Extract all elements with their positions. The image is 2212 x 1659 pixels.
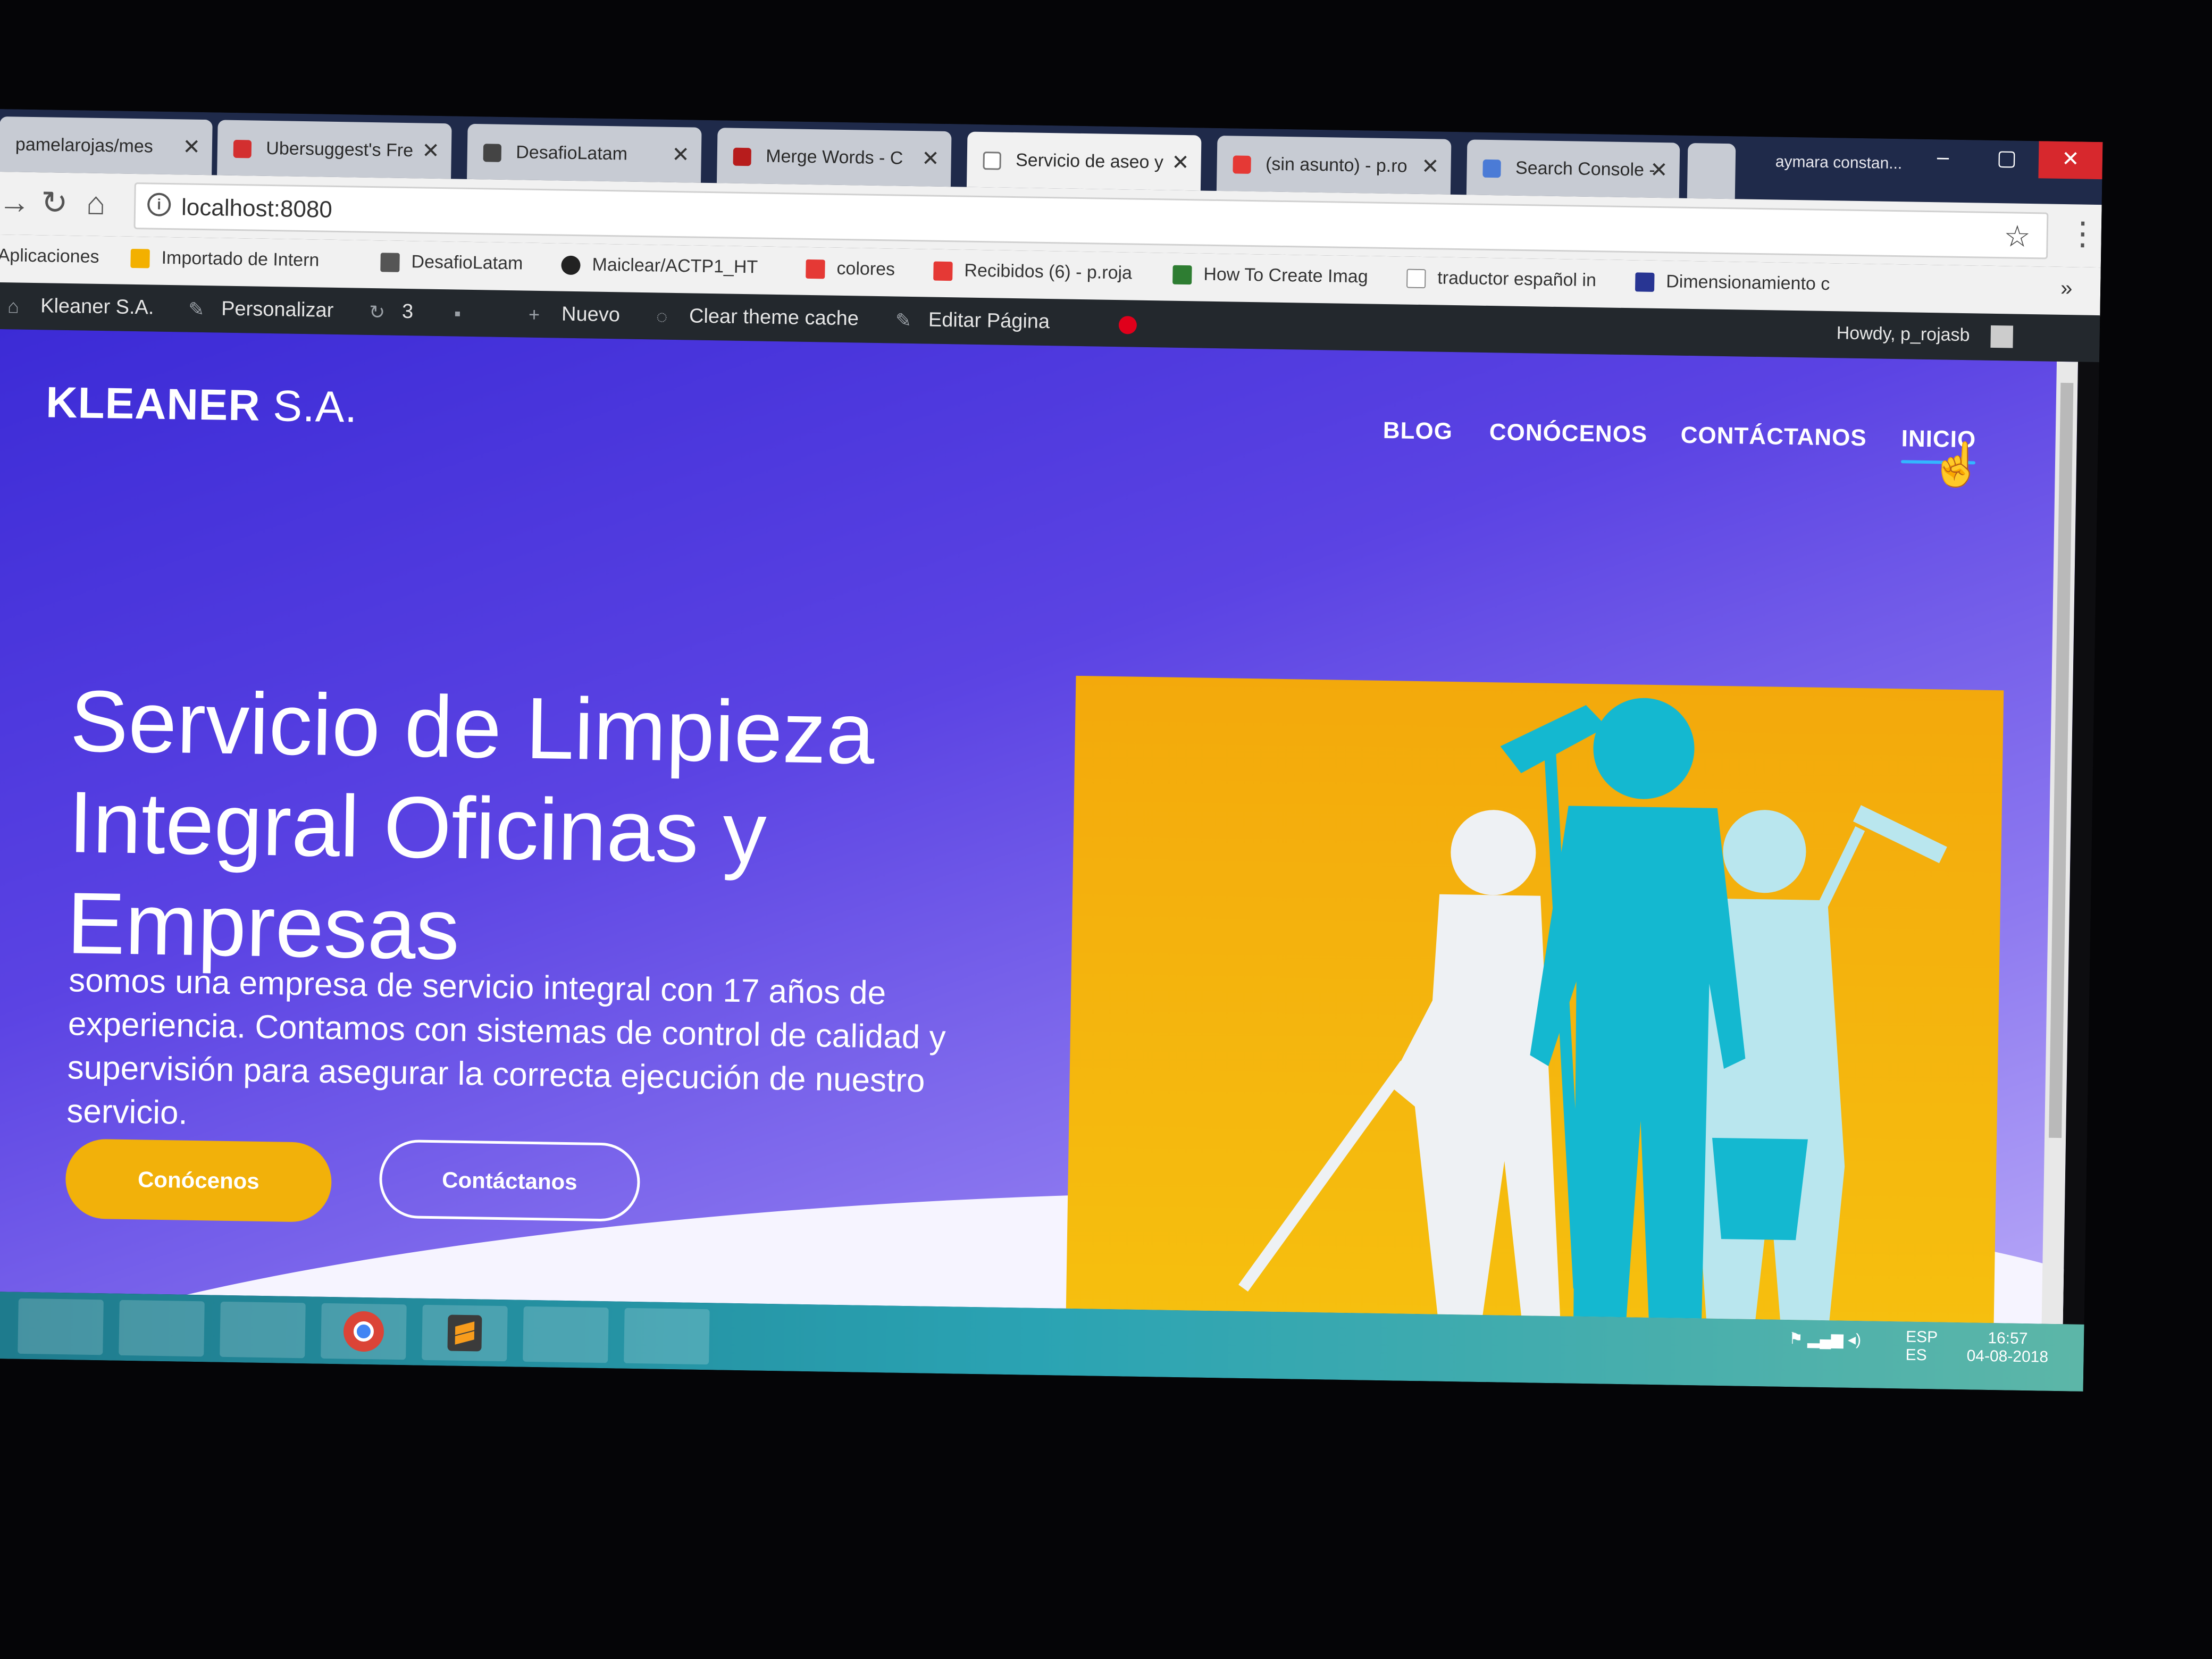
site-logo[interactable]: KLEANER S.A. <box>46 378 358 432</box>
tab-close-icon[interactable]: ✕ <box>921 131 940 187</box>
tab-close-icon[interactable]: ✕ <box>1649 143 1668 198</box>
gmail-icon <box>933 261 953 281</box>
admin-customize-link[interactable]: ✎ Personalizar <box>188 297 334 322</box>
tab-close-icon[interactable]: ✕ <box>671 127 690 183</box>
pictures-icon[interactable] <box>18 1298 104 1355</box>
new-tab-button[interactable] <box>1687 143 1736 199</box>
desafiolatam-icon <box>483 144 502 162</box>
elephant-app-icon[interactable] <box>624 1308 710 1365</box>
bookmark-item[interactable]: How To Create Imag <box>1172 264 1368 288</box>
page-scrollbar[interactable] <box>2041 361 2079 1325</box>
bookmark-item[interactable]: colores <box>806 258 895 280</box>
tab-label: Merge Words - C <box>765 146 903 169</box>
sublime-text-icon[interactable] <box>422 1304 508 1362</box>
monitor-screen: pamelarojas/mes ✕ Ubersuggest's Fre ✕ De… <box>0 109 2103 1392</box>
tab-close-icon[interactable]: ✕ <box>182 119 201 175</box>
bookmark-apps[interactable]: Aplicaciones <box>0 245 99 267</box>
bookmark-item[interactable]: Dimensionamiento c <box>1635 271 1830 295</box>
nav-blog[interactable]: BLOG <box>1382 417 1453 445</box>
bookmark-item[interactable]: Recibidos (6) - p.roja <box>933 260 1132 284</box>
tab-close-icon[interactable]: ✕ <box>1171 135 1189 191</box>
bookmark-item[interactable]: traductor español in <box>1406 267 1596 291</box>
tab-close-icon[interactable]: ✕ <box>1421 139 1439 195</box>
avatar[interactable] <box>1990 325 2014 348</box>
nav-conocenos[interactable]: CONÓCENOS <box>1489 419 1647 448</box>
hand-cursor-icon: ☝ <box>1930 440 1984 489</box>
cache-icon: ◌ <box>656 305 668 328</box>
window-user-name: aymara constan... <box>1775 153 1903 173</box>
tray-language[interactable]: ESP ES <box>1905 1328 1938 1365</box>
hero-lead: somos una empresa de servicio integral c… <box>66 962 946 1132</box>
git-app-icon[interactable] <box>523 1306 609 1363</box>
page-icon <box>983 152 1001 170</box>
tray-clock[interactable]: 16:57 04-08-2018 <box>1966 1329 2049 1366</box>
hero-illustration <box>1065 675 2004 1325</box>
tab-label: Servicio de aseo y <box>1015 150 1164 173</box>
admin-howdy[interactable]: Howdy, p_rojasb <box>1836 323 1970 346</box>
close-window-icon[interactable]: ✕ <box>2038 141 2103 180</box>
brush-icon: ✎ <box>188 298 205 321</box>
tab-label: DesafioLatam <box>515 142 628 164</box>
file-explorer-icon[interactable] <box>119 1300 205 1357</box>
tray-network-icon[interactable]: ⚑ ▂▄▆ ◂) <box>1789 1329 1862 1349</box>
admin-clear-cache-link[interactable]: ◌ Clear theme cache <box>656 304 859 330</box>
contactanos-button[interactable]: Contáctanos <box>379 1139 641 1222</box>
edit-icon: ✎ <box>895 309 912 331</box>
tab-label: Ubersuggest's Fre <box>266 138 414 161</box>
ubersuggest-icon <box>233 139 252 158</box>
github-icon <box>561 255 581 275</box>
browser-tab[interactable]: Merge Words - C ✕ <box>716 128 952 187</box>
comments-icon[interactable]: ▪ <box>454 301 488 324</box>
browser-tab[interactable]: pamelarojas/mes ✕ <box>0 116 213 175</box>
nav-contactanos[interactable]: CONTÁCTANOS <box>1680 422 1867 451</box>
window-controls: – ▢ ✕ <box>1911 139 2103 180</box>
gmail-icon <box>1233 155 1251 174</box>
bookmark-folder[interactable]: Importado de Intern <box>130 247 320 271</box>
google-icon <box>1406 269 1426 289</box>
admin-updates-link[interactable]: ↻ 3 <box>369 300 414 323</box>
cleaning-staff-silhouettes <box>1238 698 1947 1325</box>
menu-dots-icon[interactable]: ⋮ <box>2066 215 2099 253</box>
browser-tab[interactable]: DesafioLatam ✕ <box>467 123 702 183</box>
hero-headline: Servicio de Limpieza Integral Oficinas y… <box>66 672 876 978</box>
adobe-icon <box>806 259 825 279</box>
conocenos-button[interactable]: Conócenos <box>65 1138 332 1223</box>
home-icon[interactable]: ⌂ <box>86 185 106 222</box>
maximize-icon[interactable]: ▢ <box>1974 140 2039 178</box>
browser-tab[interactable]: Ubersuggest's Fre ✕ <box>217 120 452 179</box>
home-icon: ⌂ <box>7 295 20 317</box>
minimize-icon[interactable]: – <box>1911 139 1975 177</box>
admin-site-link[interactable]: ⌂ Kleaner S.A. <box>7 294 154 319</box>
url-text[interactable]: localhost:8080 <box>181 194 333 223</box>
reload-icon[interactable]: ↻ <box>41 184 68 222</box>
office-app-icon[interactable] <box>220 1301 306 1359</box>
tab-label: (sin asunto) - p.ro <box>1265 154 1407 177</box>
desafiolatam-icon <box>380 253 400 272</box>
folder-icon <box>130 248 150 269</box>
tab-close-icon[interactable]: ✕ <box>422 123 440 179</box>
hero-section: KLEANER S.A. BLOG CONÓCENOS CONTÁCTANOS … <box>0 329 2079 1325</box>
bookmark-star-icon[interactable]: ☆ <box>2004 219 2031 254</box>
back-arrow-icon[interactable]: → <box>0 183 31 221</box>
browser-tab[interactable]: Search Console - ✕ <box>1466 139 1680 198</box>
chrome-icon[interactable] <box>321 1303 407 1360</box>
scrollbar-thumb[interactable] <box>2049 382 2074 1138</box>
image-icon <box>1172 265 1192 285</box>
browser-tab-active[interactable]: Servicio de aseo y ✕ <box>966 131 1202 191</box>
status-dot-icon <box>1118 316 1137 334</box>
bookmark-item[interactable]: Maiclear/ACTP1_HT <box>561 254 758 278</box>
merge-words-icon <box>733 147 752 166</box>
bookmark-item[interactable]: DesafioLatam <box>380 251 523 274</box>
refresh-icon: ↻ <box>368 300 386 323</box>
plus-icon: + <box>528 303 540 325</box>
more-bookmarks-icon[interactable]: » <box>2060 276 2073 300</box>
tab-label: Search Console - <box>1515 157 1656 180</box>
info-icon[interactable]: i <box>147 192 171 217</box>
browser-tab[interactable]: (sin asunto) - p.ro ✕ <box>1216 135 1452 195</box>
admin-new-link[interactable]: + Nuevo <box>529 303 620 327</box>
admin-edit-page-link[interactable]: ✎ Editar Página <box>895 308 1050 334</box>
tab-label: pamelarojas/mes <box>15 134 154 157</box>
document-icon <box>1635 272 1655 292</box>
search-console-icon <box>1482 159 1501 178</box>
